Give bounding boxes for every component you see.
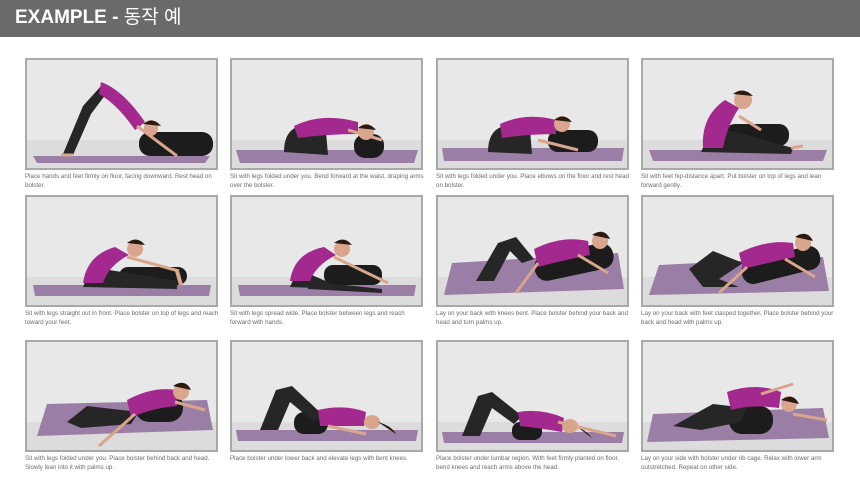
supported-bound-angle-photo (641, 195, 834, 307)
supported-hero-recline-photo (25, 340, 218, 452)
supported-backbend-knees-bent-photo (436, 195, 629, 307)
page-header: EXAMPLE - 동작 예 (0, 0, 860, 37)
pose-caption-5: Sit with legs straight out in front. Pla… (25, 310, 219, 326)
side-lying-bolster-photo (641, 340, 834, 452)
pose-caption-6: Sit with legs spread wide. Place bolster… (230, 310, 405, 326)
page-title: EXAMPLE - 동작 예 (15, 6, 181, 30)
pose-caption-7: Lay on your back with knees bent. Place … (436, 310, 628, 326)
page-title-bold: EXAMPLE - (15, 7, 119, 28)
pose-caption-3: Sit with legs folded under you. Place el… (436, 173, 629, 189)
pose-caption-8: Lay on your back with feet clasped toget… (641, 310, 834, 326)
wide-leg-forward-fold-photo (230, 195, 423, 307)
pose-caption-4: Sit with feet hip-distance apart. Put bo… (641, 173, 822, 189)
pose-caption-2: Sit with legs folded under you. Bend for… (230, 173, 424, 189)
page-title-korean: 동작 예 (123, 7, 182, 28)
seated-forward-bend-bolster-on-legs-photo (641, 58, 834, 170)
child-pose-over-bolster-photo (230, 58, 423, 170)
pose-caption-1: Place hands and feet firmly on floor, fa… (25, 173, 212, 189)
pose-caption-12: Lay on your side with bolster under rib … (641, 455, 822, 471)
supported-bridge-photo (436, 340, 629, 452)
pose-caption-11: Place bolster under lumbar region. With … (436, 455, 619, 471)
pose-caption-10: Place bolster under lower back and eleva… (230, 455, 408, 462)
downward-dog-pose-photo (25, 58, 218, 170)
bolster-under-lower-back-photo (230, 340, 423, 452)
pose-caption-9: Sit with legs folded under you. Place bo… (25, 455, 210, 471)
child-pose-elbows-down-photo (436, 58, 629, 170)
seated-forward-fold-reach-feet-photo (25, 195, 218, 307)
